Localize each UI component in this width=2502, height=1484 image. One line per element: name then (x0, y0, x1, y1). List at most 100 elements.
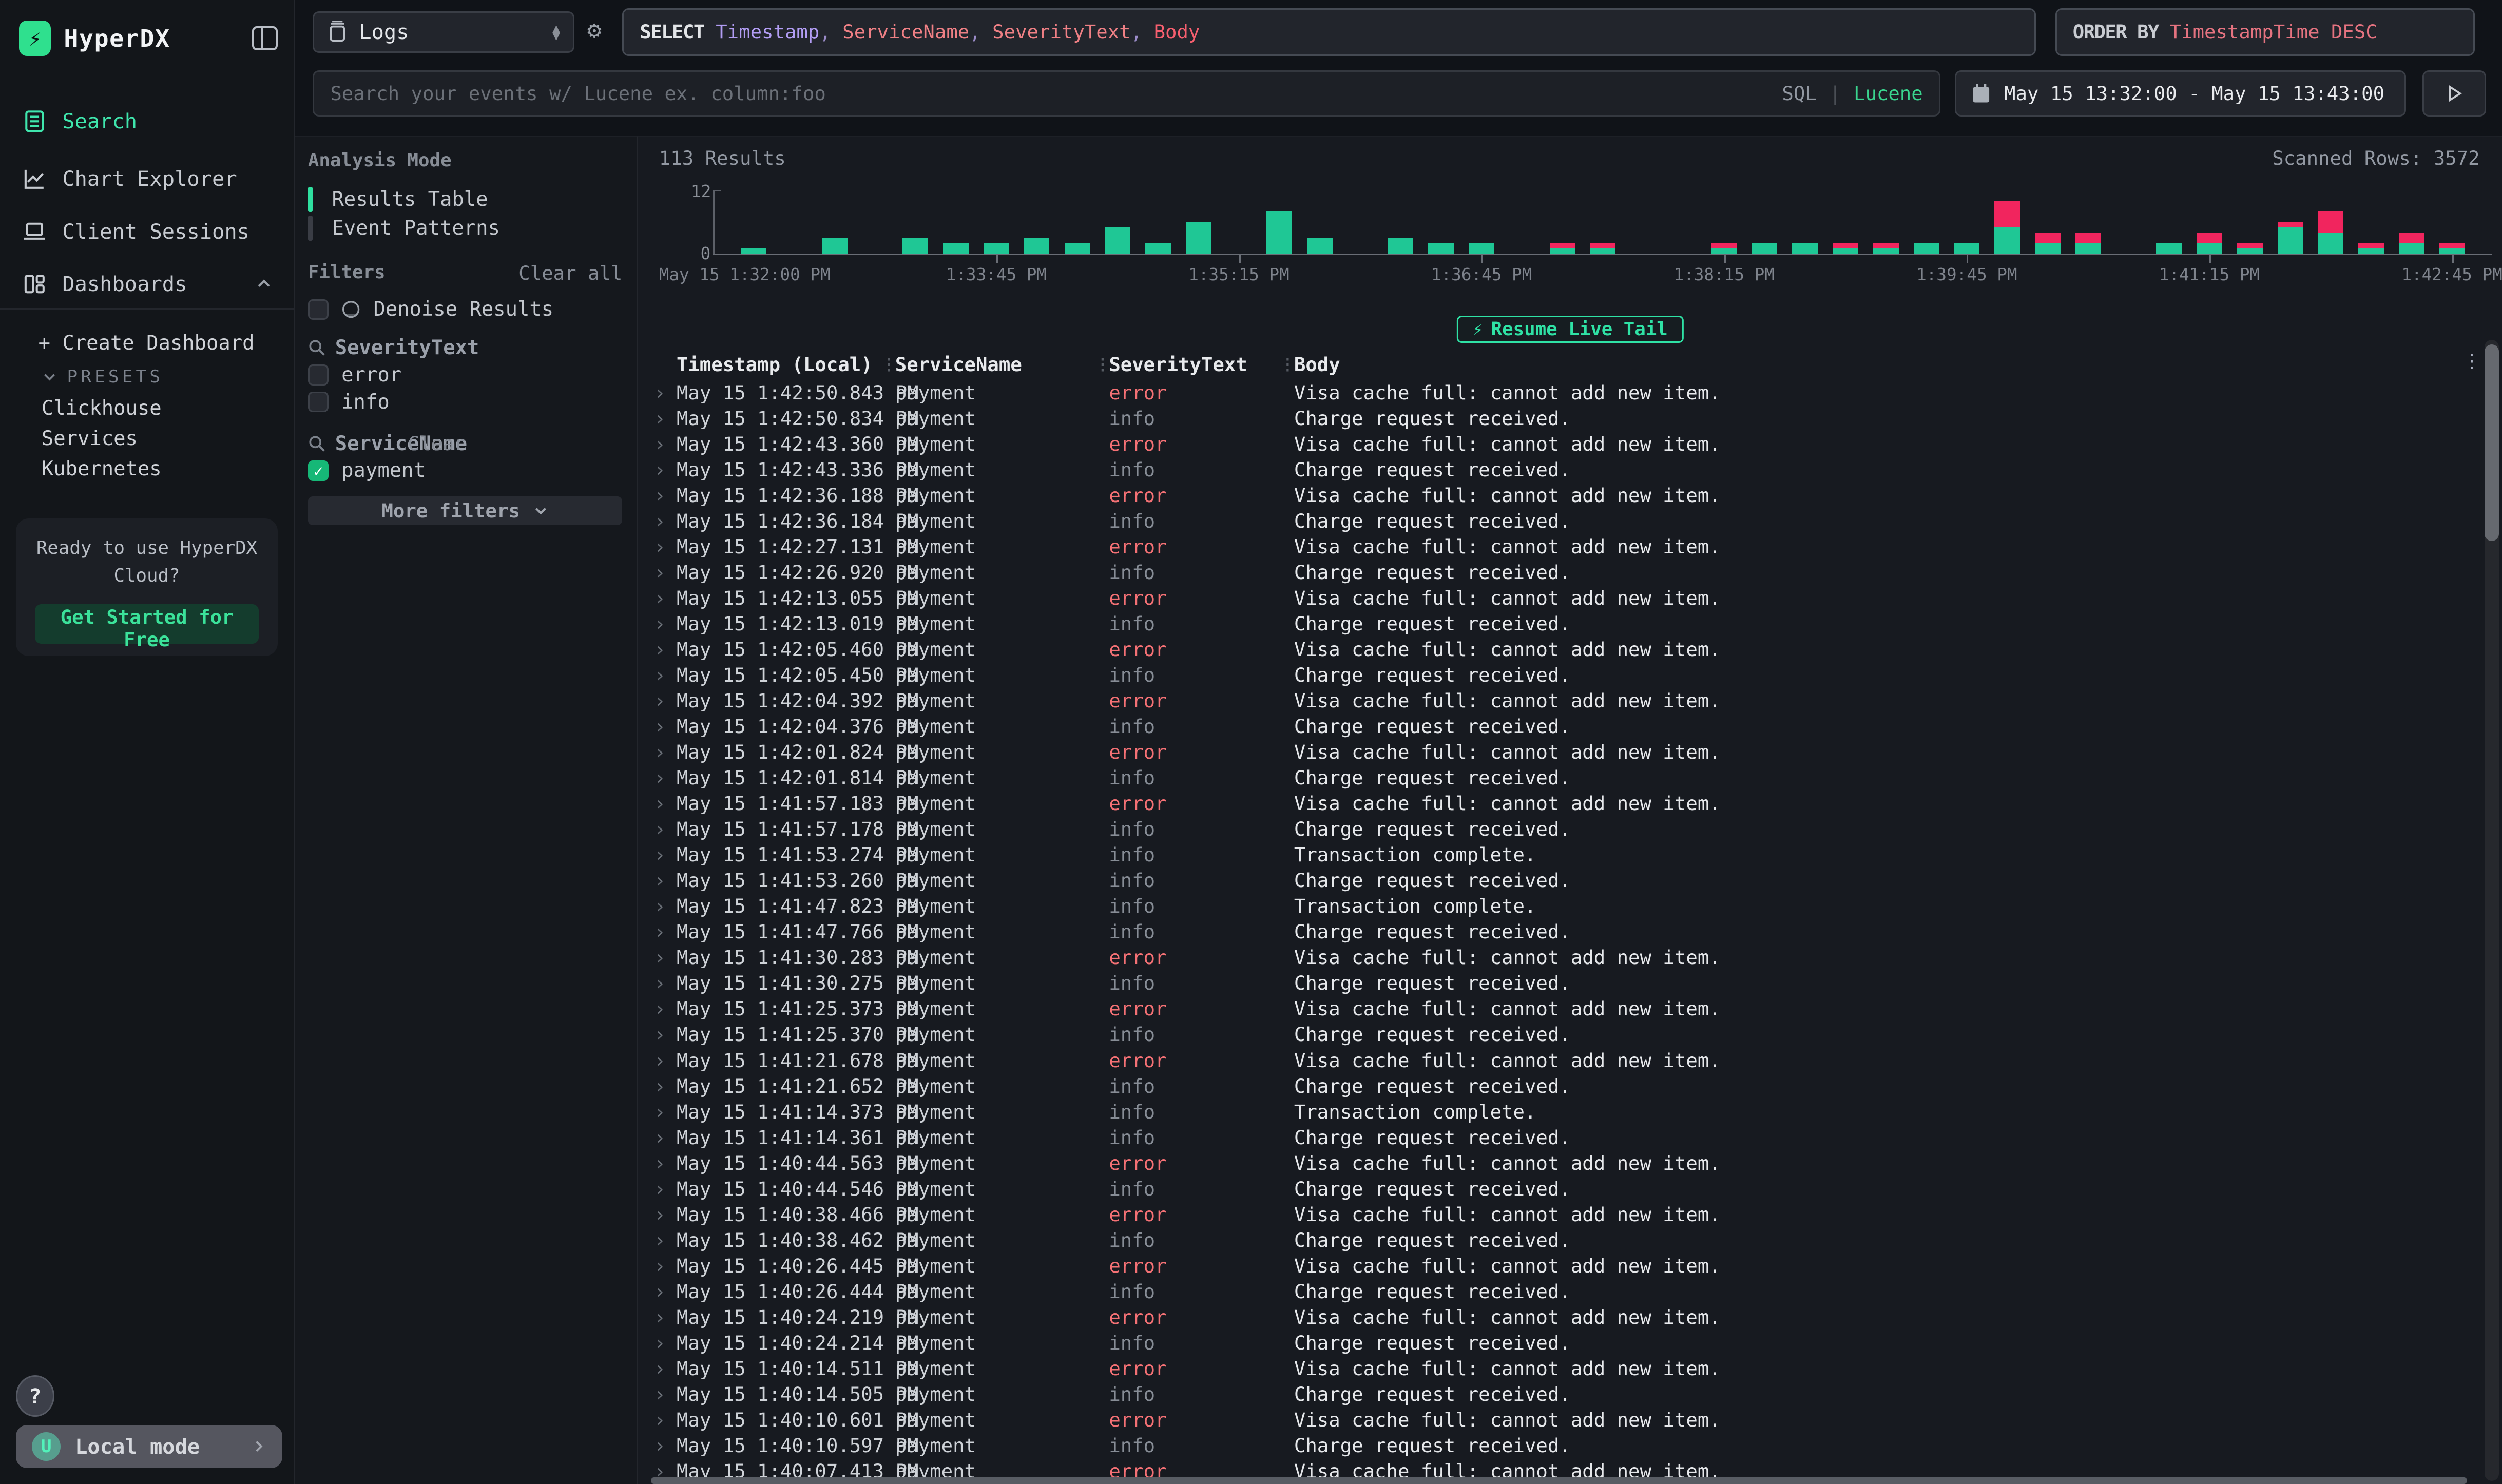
chart-bar[interactable] (902, 238, 928, 254)
more-filters-button[interactable]: More filters (308, 496, 622, 525)
table-row[interactable]: ›May 15 1:42:13.055 PMpaymenterrorVisa c… (651, 585, 2467, 611)
table-row[interactable]: ›May 15 1:42:43.360 PMpaymenterrorVisa c… (651, 431, 2467, 457)
table-row[interactable]: ›May 15 1:40:10.597 PMpaymentinfoCharge … (651, 1433, 2467, 1458)
table-row[interactable]: ›May 15 1:41:57.183 PMpaymenterrorVisa c… (651, 791, 2467, 816)
chart-bar[interactable] (1105, 227, 1130, 254)
column-resize-handle[interactable]: ⋮ (1280, 355, 1294, 374)
sidebar-collapse-icon[interactable] (252, 26, 278, 50)
table-row[interactable]: ›May 15 1:40:38.466 PMpaymenterrorVisa c… (651, 1202, 2467, 1227)
table-row[interactable]: ›May 15 1:42:36.188 PMpaymenterrorVisa c… (651, 483, 2467, 508)
info-checkbox[interactable] (308, 392, 329, 412)
horizontal-scrollbar-thumb[interactable] (651, 1477, 2467, 1483)
table-row[interactable]: ›May 15 1:41:21.652 PMpaymentinfoCharge … (651, 1073, 2467, 1099)
help-button[interactable]: ? (16, 1375, 54, 1417)
chart-bar[interactable] (2278, 222, 2303, 254)
chart-bar[interactable] (1590, 243, 1616, 254)
table-row[interactable]: ›May 15 1:42:50.843 PMpaymenterrorVisa c… (651, 380, 2467, 406)
filter-option-payment[interactable]: ✓ payment (308, 458, 426, 484)
clear-all-button[interactable]: Clear all (518, 262, 622, 284)
table-row[interactable]: ›May 15 1:41:21.678 PMpaymenterrorVisa c… (651, 1047, 2467, 1073)
table-row[interactable]: ›May 15 1:40:26.445 PMpaymenterrorVisa c… (651, 1253, 2467, 1279)
table-row[interactable]: ›May 15 1:42:01.824 PMpaymenterrorVisa c… (651, 739, 2467, 765)
chart-bar[interactable] (1914, 243, 1939, 254)
search-input[interactable]: Search your events w/ Lucene ex. column:… (313, 70, 1940, 117)
table-row[interactable]: ›May 15 1:42:05.460 PMpaymenterrorVisa c… (651, 637, 2467, 662)
denoise-checkbox-row[interactable]: Denoise Results (308, 297, 553, 322)
chart-bar[interactable] (1752, 243, 1778, 254)
gear-icon[interactable]: ⚙ (587, 16, 602, 44)
table-row[interactable]: ›May 15 1:42:26.920 PMpaymentinfoCharge … (651, 560, 2467, 585)
table-row[interactable]: ›May 15 1:41:53.260 PMpaymentinfoCharge … (651, 868, 2467, 893)
table-row[interactable]: ›May 15 1:40:44.546 PMpaymentinfoCharge … (651, 1176, 2467, 1202)
chart-bar[interactable] (1833, 243, 1858, 254)
chart-bar[interactable] (822, 238, 848, 254)
table-row[interactable]: ›May 15 1:42:05.450 PMpaymentinfoCharge … (651, 662, 2467, 688)
chart-bar[interactable] (1186, 222, 1211, 254)
chart-bar[interactable] (1024, 238, 1050, 254)
table-row[interactable]: ›May 15 1:41:57.178 PMpaymentinfoCharge … (651, 816, 2467, 842)
column-header-severitytext[interactable]: SeverityText (1109, 353, 1280, 376)
sidebar-item-chart-explorer[interactable]: Chart Explorer (0, 157, 295, 201)
column-header-timestamp[interactable]: Timestamp (Local) (677, 353, 881, 376)
column-resize-handle[interactable]: ⋮ (881, 355, 895, 374)
search-icon[interactable] (308, 339, 325, 356)
chart-bar[interactable] (2197, 233, 2222, 254)
table-row[interactable]: ›May 15 1:40:10.601 PMpaymenterrorVisa c… (651, 1407, 2467, 1433)
chart-bar[interactable] (943, 243, 969, 254)
table-row[interactable]: ›May 15 1:41:14.361 PMpaymentinfoCharge … (651, 1125, 2467, 1150)
table-row[interactable]: ›May 15 1:41:25.373 PMpaymenterrorVisa c… (651, 996, 2467, 1022)
table-row[interactable]: ›May 15 1:42:50.834 PMpaymentinfoCharge … (651, 406, 2467, 431)
sidebar-item-client-sessions[interactable]: Client Sessions (0, 209, 295, 254)
table-row[interactable]: ›May 15 1:42:27.131 PMpaymenterrorVisa c… (651, 534, 2467, 560)
chart-bar[interactable] (741, 248, 766, 254)
table-row[interactable]: ›May 15 1:40:38.462 PMpaymentinfoCharge … (651, 1227, 2467, 1253)
sql-columns-input[interactable]: SELECT Timestamp, ServiceName, SeverityT… (622, 8, 2036, 56)
table-row[interactable]: ›May 15 1:42:01.814 PMpaymentinfoCharge … (651, 765, 2467, 791)
chart-bar[interactable] (1550, 243, 1575, 254)
table-row[interactable]: ›May 15 1:40:24.219 PMpaymenterrorVisa c… (651, 1304, 2467, 1330)
run-query-button[interactable] (2422, 70, 2486, 117)
chart-bar[interactable] (1792, 243, 1818, 254)
chart-bar[interactable] (2358, 243, 2384, 254)
chart-bar[interactable] (2075, 233, 2101, 254)
sidebar-item-dashboards[interactable]: Dashboards (0, 262, 295, 306)
chart-bar[interactable] (984, 243, 1009, 254)
filter-option-info[interactable]: info (308, 389, 390, 415)
chart-bar[interactable] (2035, 233, 2061, 254)
denoise-checkbox[interactable] (308, 299, 329, 320)
chart-bar[interactable] (2399, 233, 2424, 254)
chart-bar[interactable] (2237, 243, 2263, 254)
table-row[interactable]: ›May 15 1:41:53.274 PMpaymentinfoTransac… (651, 842, 2467, 868)
chart-bar[interactable] (1711, 243, 1737, 254)
table-row[interactable]: ›May 15 1:42:43.336 PMpaymentinfoCharge … (651, 457, 2467, 483)
tab-results-table[interactable]: Results Table (308, 185, 627, 214)
table-row[interactable]: ›May 15 1:41:25.370 PMpaymentinfoCharge … (651, 1022, 2467, 1047)
preset-clickhouse[interactable]: Clickhouse (0, 393, 295, 425)
time-range-input[interactable]: May 15 13:32:00 - May 15 13:43:00 (1955, 70, 2407, 117)
preset-services[interactable]: Services (0, 423, 295, 455)
results-chart[interactable]: 12 0 May 15 1:32:00 PM1:33:45 PM1:35:15 … (638, 169, 2502, 284)
chart-bar[interactable] (2318, 211, 2343, 254)
table-row[interactable]: ›May 15 1:40:44.563 PMpaymenterrorVisa c… (651, 1150, 2467, 1176)
resume-live-tail-button[interactable]: ⚡ Resume Live Tail (1457, 316, 1684, 343)
chart-bar[interactable] (1388, 238, 1414, 254)
filter-option-error[interactable]: error (308, 362, 401, 388)
tab-event-patterns[interactable]: Event Patterns (308, 214, 627, 242)
chart-bar[interactable] (1873, 243, 1899, 254)
column-header-body[interactable]: Body (1294, 353, 2467, 376)
table-row[interactable]: ›May 15 1:40:26.444 PMpaymentinfoCharge … (651, 1279, 2467, 1304)
user-menu[interactable]: U Local mode (16, 1425, 282, 1468)
table-row[interactable]: ›May 15 1:40:14.511 PMpaymenterrorVisa c… (651, 1356, 2467, 1381)
chart-bar[interactable] (1954, 243, 1979, 254)
source-select[interactable]: Logs ▲▼ (313, 11, 574, 53)
chart-bar[interactable] (1469, 243, 1494, 254)
table-options-kebab-icon[interactable]: ⋮ (2462, 350, 2481, 372)
chart-bar[interactable] (2156, 243, 2182, 254)
chart-bar[interactable] (1065, 243, 1090, 254)
column-resize-handle[interactable]: ⋮ (1094, 355, 1109, 374)
chart-bar[interactable] (1428, 243, 1454, 254)
sidebar-item-search[interactable]: Search (0, 99, 295, 144)
chart-bar[interactable] (1994, 200, 2020, 254)
get-started-button[interactable]: Get Started for Free (35, 604, 258, 644)
table-row[interactable]: ›May 15 1:41:47.766 PMpaymentinfoCharge … (651, 919, 2467, 945)
